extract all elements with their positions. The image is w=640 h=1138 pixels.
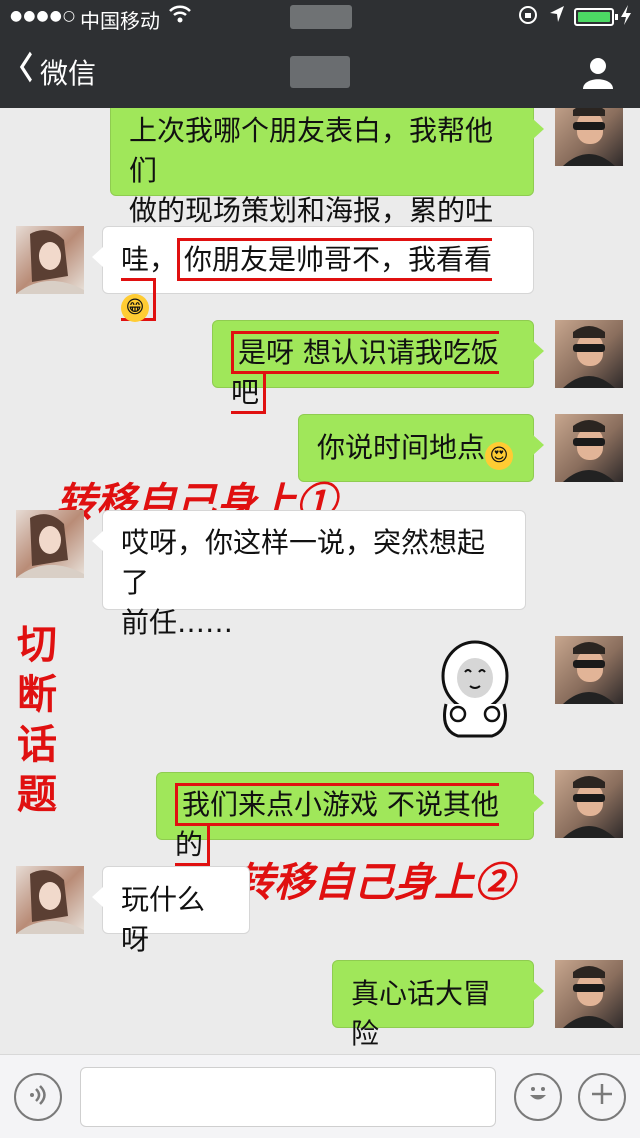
annotation-shift-topic-2: 转移自己身上② [234, 859, 514, 906]
my-avatar[interactable] [555, 636, 623, 704]
message-text: 玩什么呀 [121, 883, 206, 956]
message-bubble-incoming[interactable]: 玩什么呀 [92, 866, 250, 956]
message-input-bar [0, 1054, 640, 1138]
battery-icon [574, 8, 618, 26]
my-avatar[interactable] [555, 770, 623, 838]
back-button[interactable]: 微信 [16, 50, 96, 93]
heart-eyes-emoji-icon: 😍 [485, 442, 514, 470]
rotation-lock-icon [518, 5, 538, 30]
chat-title-redacted [290, 56, 350, 88]
contact-avatar[interactable] [16, 226, 84, 294]
message-bubble-outgoing[interactable]: 我们来点小游戏 不说其他的 [156, 772, 544, 866]
highlight-box: 你朋友是帅哥不，我看看 😁 [121, 238, 493, 322]
cartoon-face-sticker[interactable] [432, 638, 518, 742]
contact-avatar[interactable] [16, 866, 84, 934]
message-bubble-incoming[interactable]: 哇， 你朋友是帅哥不，我看看 😁 [92, 226, 534, 322]
contact-avatar[interactable] [16, 510, 84, 578]
status-time-redacted [290, 5, 352, 29]
my-avatar[interactable] [555, 414, 623, 482]
more-options-button[interactable] [578, 1073, 626, 1121]
location-arrow-icon [548, 4, 566, 29]
annotation-cut-topic: 切 断 话 题 [17, 621, 57, 818]
message-line: 上次我哪个朋友表白，我帮他们 [129, 114, 494, 187]
message-line: 前任…… [121, 606, 234, 639]
grinning-emoji-icon: 😁 [121, 294, 149, 322]
message-bubble-outgoing[interactable]: 上次我哪个朋友表白，我帮他们 做的现场策划和海报，累的吐血 [110, 108, 544, 267]
battery-fill [578, 12, 610, 22]
message-bubble-incoming[interactable]: 哎呀，你这样一说，突然想起了 前任…… [92, 510, 526, 639]
signal-strength-icon: ●●●●○ [10, 8, 77, 24]
contact-profile-icon[interactable] [580, 54, 616, 90]
chat-area[interactable]: 上次我哪个朋友表白，我帮他们 做的现场策划和海报，累的吐血 哇，你朋友是帅哥不，… [0, 108, 640, 1054]
message-text: 真心话大冒险 [351, 977, 492, 1050]
emoji-icon [523, 1078, 553, 1116]
message-text: 哇， [121, 243, 178, 276]
message-text: 你朋友是帅哥不，我看看 [184, 243, 493, 276]
message-text: 你说时间地点 [317, 431, 486, 464]
voice-input-button[interactable] [14, 1073, 62, 1121]
navigation-bar: 微信 [0, 36, 640, 108]
carrier-name: 中国移动 [80, 9, 160, 33]
charging-bolt-icon [620, 4, 632, 31]
message-text: 是呀 想认识请我吃饭吧 [231, 336, 499, 409]
my-avatar[interactable] [555, 108, 623, 166]
wifi-icon [168, 3, 192, 30]
voice-icon [26, 1080, 50, 1115]
emoji-button[interactable] [514, 1073, 562, 1121]
chevron-left-icon [19, 50, 33, 93]
message-bubble-outgoing[interactable]: 真心话大冒险 [332, 960, 544, 1050]
my-avatar[interactable] [555, 960, 623, 1028]
plus-icon [589, 1080, 615, 1115]
my-avatar[interactable] [555, 320, 623, 388]
status-bar: ●●●●○ 中国移动 [0, 0, 640, 36]
message-bubble-outgoing[interactable]: 是呀 想认识请我吃饭吧 [212, 320, 544, 414]
message-line: 哎呀，你这样一说，突然想起了 [121, 526, 486, 599]
highlight-box: 是呀 想认识请我吃饭吧 [231, 331, 499, 414]
back-label: 微信 [40, 56, 97, 90]
message-text-input[interactable] [80, 1067, 496, 1127]
